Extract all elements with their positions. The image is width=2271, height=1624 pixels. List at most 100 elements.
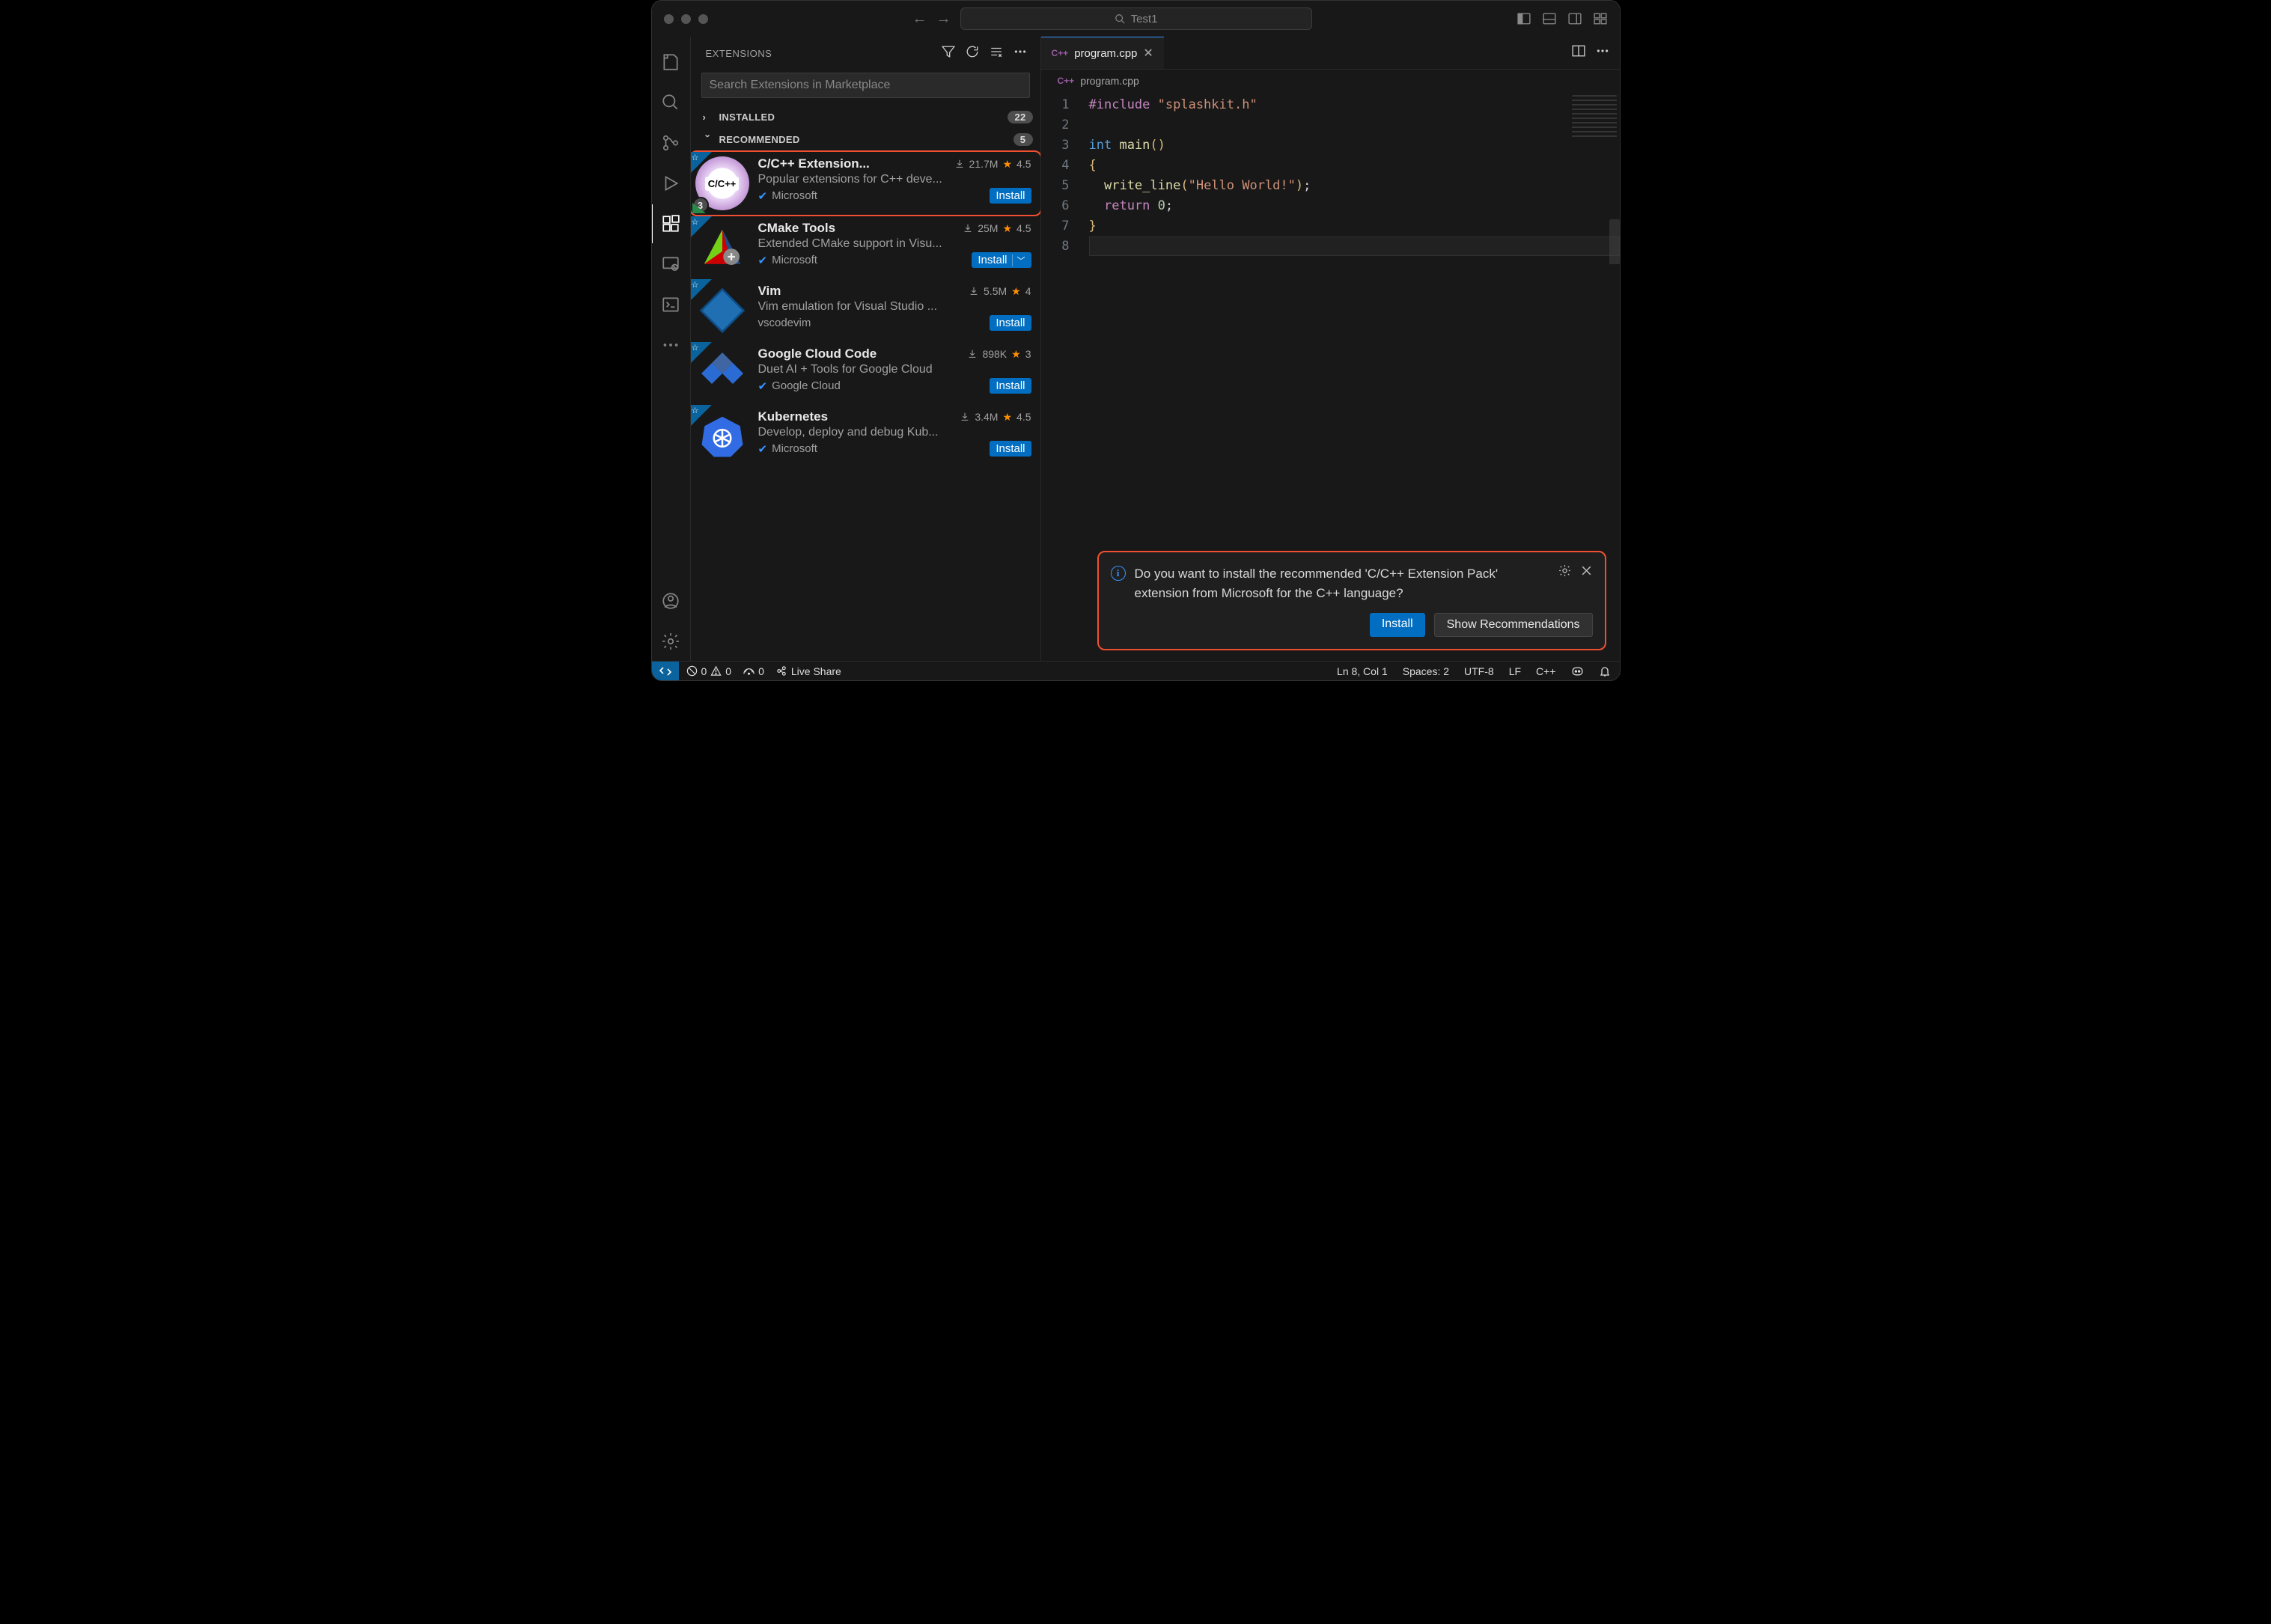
installed-section-header[interactable]: › INSTALLED 22 bbox=[691, 106, 1040, 128]
problems-status[interactable]: 0 0 bbox=[686, 665, 732, 677]
star-icon: ★ bbox=[1002, 222, 1012, 235]
customize-layout-icon[interactable] bbox=[1593, 11, 1608, 26]
extension-publisher: Microsoft bbox=[772, 189, 817, 202]
toast-gear-icon[interactable] bbox=[1558, 564, 1571, 581]
extension-name: Kubernetes bbox=[758, 409, 829, 424]
recommended-section-header[interactable]: › RECOMMENDED 5 bbox=[691, 128, 1040, 150]
star-icon: ★ bbox=[1011, 285, 1021, 298]
more-tab[interactable] bbox=[651, 326, 690, 364]
search-placeholder: Search Extensions in Marketplace bbox=[710, 79, 891, 92]
encoding-status[interactable]: UTF-8 bbox=[1464, 665, 1494, 677]
star-icon: ★ bbox=[1002, 411, 1012, 424]
search-tab[interactable] bbox=[651, 83, 690, 122]
indentation-status[interactable]: Spaces: 2 bbox=[1403, 665, 1449, 677]
toggle-secondary-sidebar-icon[interactable] bbox=[1567, 11, 1582, 26]
extension-description: Duet AI + Tools for Google Cloud bbox=[758, 363, 1031, 376]
status-bar: 0 0 0 Live Share Ln 8, Col 1 Spaces: 2 U… bbox=[652, 661, 1620, 680]
command-center-search[interactable]: Test1 bbox=[960, 7, 1312, 30]
editor-tab-program[interactable]: C++ program.cpp ✕ bbox=[1041, 37, 1164, 69]
download-icon bbox=[954, 159, 965, 169]
chevron-right-icon: › bbox=[703, 112, 713, 123]
filter-icon[interactable] bbox=[942, 45, 955, 62]
close-tab-icon[interactable]: ✕ bbox=[1143, 46, 1153, 61]
extension-icon bbox=[695, 409, 749, 463]
language-mode-status[interactable]: C++ bbox=[1536, 665, 1555, 677]
ports-status[interactable]: 0 bbox=[743, 665, 764, 677]
tab-label: program.cpp bbox=[1074, 47, 1137, 60]
recommendation-toast: i Do you want to install the recommended… bbox=[1097, 551, 1606, 650]
title-bar: ← → Test1 bbox=[652, 1, 1620, 37]
download-icon bbox=[969, 286, 979, 296]
extension-icon bbox=[695, 284, 749, 338]
chevron-down-icon: › bbox=[702, 134, 713, 144]
extensions-sidebar: EXTENSIONS Search Extensions in Marketpl… bbox=[691, 37, 1041, 661]
accounts-button[interactable] bbox=[651, 581, 690, 620]
extension-name: Vim bbox=[758, 284, 781, 299]
install-button[interactable]: Install bbox=[990, 378, 1031, 394]
verified-icon: ✔ bbox=[758, 254, 768, 267]
extension-publisher: Microsoft bbox=[772, 254, 817, 266]
split-editor-icon[interactable] bbox=[1572, 44, 1585, 61]
run-debug-tab[interactable] bbox=[651, 164, 690, 203]
terminal-tab[interactable] bbox=[651, 285, 690, 324]
extensions-search-input[interactable]: Search Extensions in Marketplace bbox=[701, 73, 1030, 98]
scrollbar-thumb[interactable] bbox=[1609, 219, 1620, 264]
extension-item-cmake[interactable]: CMake Tools 25M ★ 4.5 Extended CMake sup… bbox=[691, 216, 1040, 279]
window-frame: ← → Test1 bbox=[651, 0, 1621, 681]
maximize-window-button[interactable] bbox=[698, 14, 708, 24]
remote-indicator[interactable] bbox=[652, 662, 679, 680]
extension-publisher: vscodevim bbox=[758, 317, 811, 329]
line-number-gutter: 12345678 bbox=[1041, 92, 1082, 661]
live-share-status[interactable]: Live Share bbox=[776, 665, 841, 677]
close-window-button[interactable] bbox=[664, 14, 674, 24]
info-icon: i bbox=[1111, 566, 1126, 581]
more-editor-actions-icon[interactable] bbox=[1596, 44, 1609, 61]
extension-item-vim[interactable]: Vim 5.5M ★ 4 Vim emulation for Visual St… bbox=[691, 279, 1040, 342]
nav-forward-button[interactable]: → bbox=[936, 10, 951, 28]
toast-install-button[interactable]: Install bbox=[1370, 613, 1425, 637]
cursor-position-status[interactable]: Ln 8, Col 1 bbox=[1337, 665, 1388, 677]
extension-description: Popular extensions for C++ deve... bbox=[758, 173, 1031, 186]
verified-icon: ✔ bbox=[758, 189, 768, 203]
notifications-icon[interactable] bbox=[1599, 665, 1611, 677]
toggle-panel-icon[interactable] bbox=[1542, 11, 1557, 26]
settings-button[interactable] bbox=[651, 622, 690, 661]
extension-item-cpp-pack[interactable]: C/C++ 3 C/C++ Extension... 21.7M ★ 4.5 bbox=[691, 150, 1040, 216]
editor-tab-bar: C++ program.cpp ✕ bbox=[1041, 37, 1620, 70]
install-button[interactable]: Install﹀ bbox=[972, 252, 1031, 268]
cpp-file-icon: C++ bbox=[1058, 76, 1075, 86]
toast-show-recommendations-button[interactable]: Show Recommendations bbox=[1434, 613, 1593, 637]
eol-status[interactable]: LF bbox=[1509, 665, 1521, 677]
extension-item-gcloud[interactable]: Google Cloud Code 898K ★ 3 Duet AI + Too… bbox=[691, 342, 1040, 405]
extension-icon bbox=[695, 347, 749, 400]
star-icon: ★ bbox=[1002, 158, 1012, 171]
more-actions-icon[interactable] bbox=[1013, 45, 1027, 62]
nav-back-button[interactable]: ← bbox=[912, 10, 927, 28]
editor-area: C++ program.cpp ✕ C++ program.cpp 123456… bbox=[1041, 37, 1620, 661]
refresh-icon[interactable] bbox=[966, 45, 979, 62]
toggle-primary-sidebar-icon[interactable] bbox=[1516, 11, 1531, 26]
toast-close-icon[interactable] bbox=[1580, 564, 1593, 581]
install-button[interactable]: Install bbox=[990, 441, 1031, 457]
breadcrumb[interactable]: C++ program.cpp bbox=[1041, 70, 1620, 92]
extension-name: CMake Tools bbox=[758, 221, 836, 236]
extensions-tab[interactable] bbox=[651, 204, 690, 243]
preview-icon bbox=[692, 203, 706, 213]
install-button[interactable]: Install bbox=[990, 315, 1031, 331]
clear-icon[interactable] bbox=[990, 45, 1003, 62]
extension-icon bbox=[695, 221, 749, 275]
extension-item-kubernetes[interactable]: Kubernetes 3.4M ★ 4.5 Develop, deploy an… bbox=[691, 405, 1040, 468]
extension-name: Google Cloud Code bbox=[758, 347, 877, 361]
extensions-list: C/C++ 3 C/C++ Extension... 21.7M ★ 4.5 bbox=[691, 150, 1040, 661]
extension-description: Extended CMake support in Visu... bbox=[758, 237, 1031, 251]
copilot-status-icon[interactable] bbox=[1571, 665, 1584, 677]
window-controls bbox=[664, 14, 708, 24]
dropdown-icon[interactable]: ﹀ bbox=[1012, 254, 1025, 266]
explorer-tab[interactable] bbox=[651, 43, 690, 82]
install-button[interactable]: Install bbox=[990, 188, 1031, 204]
remote-explorer-tab[interactable] bbox=[651, 245, 690, 284]
cpp-file-icon: C++ bbox=[1052, 48, 1069, 58]
recommended-count-badge: 5 bbox=[1013, 133, 1033, 146]
source-control-tab[interactable] bbox=[651, 123, 690, 162]
minimize-window-button[interactable] bbox=[681, 14, 691, 24]
